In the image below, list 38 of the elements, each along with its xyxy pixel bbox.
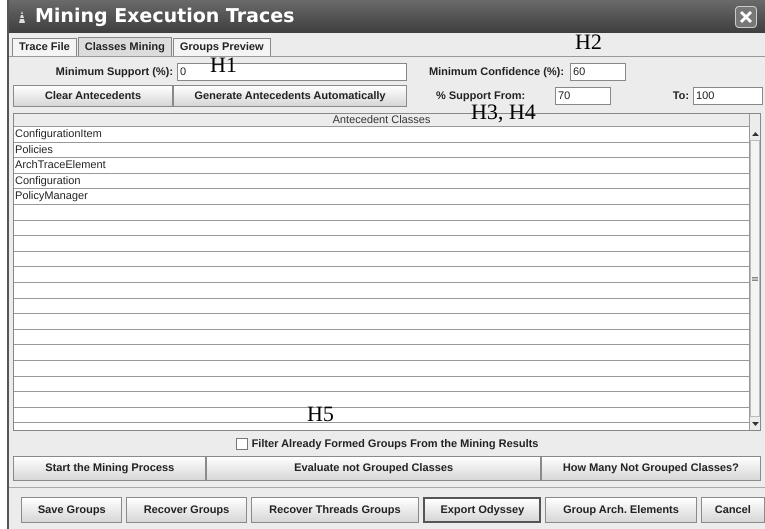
action-button[interactable]: Export Odyssey (423, 497, 542, 523)
table-row[interactable]: Configuration (14, 174, 749, 190)
input-field[interactable]: 60 (570, 63, 626, 81)
app-icon (17, 10, 27, 24)
annotation-label: H2 (575, 33, 602, 50)
tab[interactable]: Groups Preview (172, 38, 271, 56)
action-button[interactable]: Cancel (700, 497, 765, 523)
action-button[interactable]: Group Arch. Elements (545, 497, 697, 523)
checkbox-label: Filter Already Formed Groups From the Mining Results (252, 436, 538, 452)
field-label: Minimum Confidence (%): (428, 64, 565, 80)
input-field[interactable]: 70 (555, 87, 611, 105)
input-field[interactable]: 100 (693, 87, 763, 105)
grip-icon (752, 276, 758, 280)
close-button[interactable] (735, 6, 757, 28)
action-button[interactable]: Recover Threads Groups (250, 497, 420, 523)
checkbox[interactable] (236, 438, 248, 450)
action-button[interactable]: How Many Not Grouped Classes? (540, 456, 761, 481)
close-icon (739, 10, 753, 24)
annotation-label: H5 (307, 405, 334, 422)
table-row[interactable]: ConfigurationItem (14, 127, 749, 143)
generate-antecedents-button[interactable]: Generate Antecedents Automatically (173, 85, 407, 107)
tab[interactable]: Trace File (12, 38, 77, 56)
down-arrow-icon[interactable] (752, 422, 758, 426)
field-label: % Support From: (435, 88, 526, 104)
action-button[interactable]: Save Groups (21, 497, 122, 523)
action-button[interactable]: Recover Groups (126, 497, 246, 523)
tab[interactable]: Classes Mining (78, 37, 172, 56)
field-label: Minimum Support (%): (54, 64, 174, 80)
action-button[interactable]: Evaluate not Grouped Classes (206, 456, 541, 481)
up-arrow-icon[interactable] (752, 132, 758, 136)
table-row[interactable]: PolicyManager (14, 189, 749, 205)
clear-antecedents-button[interactable]: Clear Antecedents (13, 85, 173, 107)
table-row[interactable]: Policies (14, 142, 749, 158)
scrollbar[interactable] (749, 114, 760, 430)
table-row[interactable]: ArchTraceElement (14, 158, 749, 174)
field-label: To: (672, 88, 690, 104)
window-title: Mining Execution Traces (35, 4, 296, 30)
action-button[interactable]: Start the Mining Process (13, 456, 206, 481)
